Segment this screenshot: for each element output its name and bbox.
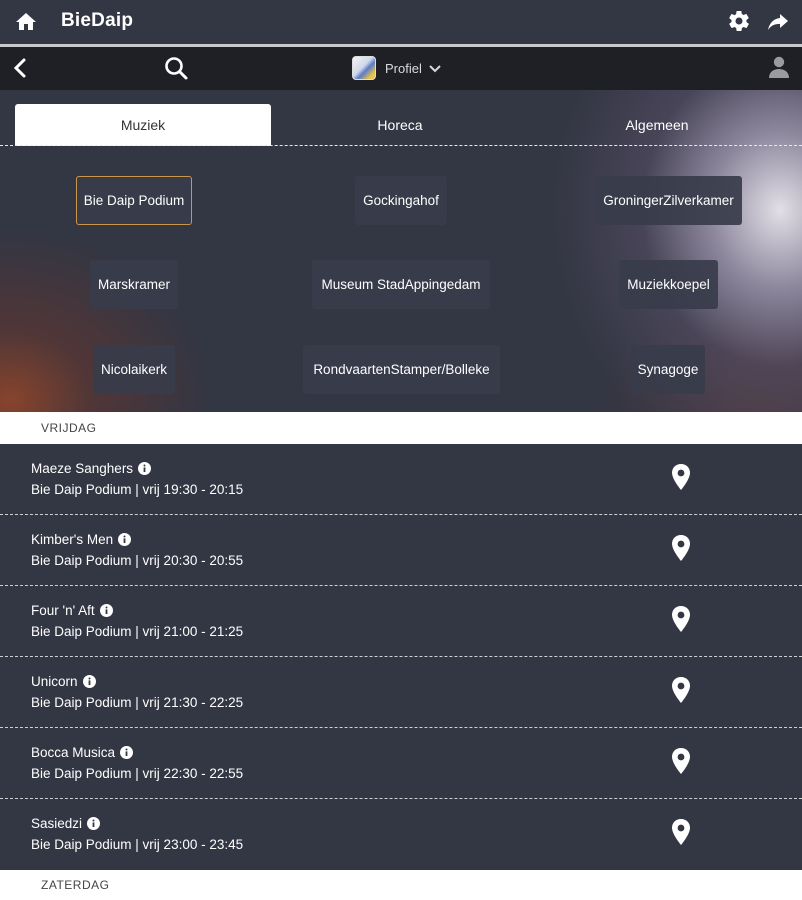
event-meta: Bie Daip Podium | vrij 23:00 - 23:45 <box>31 837 244 852</box>
venue-nicolaikerk[interactable]: Nicolaikerk <box>93 345 175 394</box>
event-name: Sasiedzi <box>31 816 83 831</box>
venue-gockingahof[interactable]: Gockingahof <box>355 176 447 225</box>
tab-muziek[interactable]: Muziek <box>15 104 271 146</box>
event-name: Four 'n' Aft <box>31 603 95 618</box>
tab-algemeen[interactable]: Algemeen <box>529 104 785 146</box>
venue-museum-stadappingedam[interactable]: Museum StadAppingedam <box>312 260 490 309</box>
location-pin-icon[interactable] <box>670 463 692 491</box>
tab-horeca[interactable]: Horeca <box>271 104 529 146</box>
app-title: BieDaip <box>61 10 134 31</box>
search-icon[interactable] <box>163 55 189 81</box>
event-row[interactable]: Kimber's Men Bie Daip Podium | vrij 20:3… <box>0 515 802 586</box>
venue-muziekkoepel[interactable]: Muziekkoepel <box>619 260 718 309</box>
location-pin-icon[interactable] <box>670 534 692 562</box>
app-bar: BieDaip <box>0 0 802 44</box>
event-name: Unicorn <box>31 674 78 689</box>
profile-label: Profiel <box>385 60 422 76</box>
day-header-vrijdag: VRIJDAG <box>0 412 802 444</box>
category-tabs: Muziek Horeca Algemeen <box>0 104 802 146</box>
gear-icon[interactable] <box>727 9 751 33</box>
venue-groningerzilverkamer[interactable]: GroningerZilverkamer <box>595 176 742 225</box>
info-icon[interactable] <box>120 746 134 759</box>
venue-rondvaartenstamper-bolleke[interactable]: RondvaartenStamper/Bolleke <box>303 345 500 394</box>
event-row[interactable]: Unicorn Bie Daip Podium | vrij 21:30 - 2… <box>0 657 802 728</box>
tab-divider <box>0 145 802 146</box>
event-meta: Bie Daip Podium | vrij 22:30 - 22:55 <box>31 766 244 781</box>
event-name: Maeze Sanghers <box>31 461 134 476</box>
event-name: Kimber's Men <box>31 532 114 547</box>
venue-bie-daip-podium[interactable]: Bie Daip Podium <box>76 176 192 225</box>
info-icon[interactable] <box>138 462 152 475</box>
event-row[interactable]: Sasiedzi Bie Daip Podium | vrij 23:00 - … <box>0 799 802 870</box>
event-meta: Bie Daip Podium | vrij 21:00 - 21:25 <box>31 624 244 639</box>
info-icon[interactable] <box>118 533 132 546</box>
profile-avatar <box>352 56 376 80</box>
info-icon[interactable] <box>99 604 113 617</box>
share-icon[interactable] <box>766 10 790 34</box>
event-meta: Bie Daip Podium | vrij 20:30 - 20:55 <box>31 553 244 568</box>
event-name: Bocca Musica <box>31 745 116 760</box>
venue-marskramer[interactable]: Marskramer <box>90 260 178 309</box>
chevron-down-icon <box>429 65 441 73</box>
event-row[interactable]: Bocca Musica Bie Daip Podium | vrij 22:3… <box>0 728 802 799</box>
event-row[interactable]: Maeze Sanghers Bie Daip Podium | vrij 19… <box>0 444 802 515</box>
location-pin-icon[interactable] <box>670 676 692 704</box>
event-meta: Bie Daip Podium | vrij 21:30 - 22:25 <box>31 695 244 710</box>
event-list: Maeze Sanghers Bie Daip Podium | vrij 19… <box>0 444 802 870</box>
location-pin-icon[interactable] <box>670 818 692 846</box>
event-row[interactable]: Four 'n' Aft Bie Daip Podium | vrij 21:0… <box>0 586 802 657</box>
toolbar: Profiel <box>0 47 802 90</box>
profile-dropdown[interactable]: Profiel <box>352 54 442 82</box>
event-meta: Bie Daip Podium | vrij 19:30 - 20:15 <box>31 482 244 497</box>
venue-panel: Muziek Horeca Algemeen Bie Daip Podium G… <box>0 90 802 412</box>
back-icon[interactable] <box>10 56 30 80</box>
home-icon[interactable] <box>14 10 38 34</box>
info-icon[interactable] <box>87 817 101 830</box>
location-pin-icon[interactable] <box>670 605 692 633</box>
info-icon[interactable] <box>82 675 96 688</box>
user-icon[interactable] <box>768 55 790 79</box>
venue-synagoge[interactable]: Synagoge <box>631 345 705 394</box>
day-header-zaterdag: ZATERDAG <box>0 870 802 900</box>
location-pin-icon[interactable] <box>670 747 692 775</box>
